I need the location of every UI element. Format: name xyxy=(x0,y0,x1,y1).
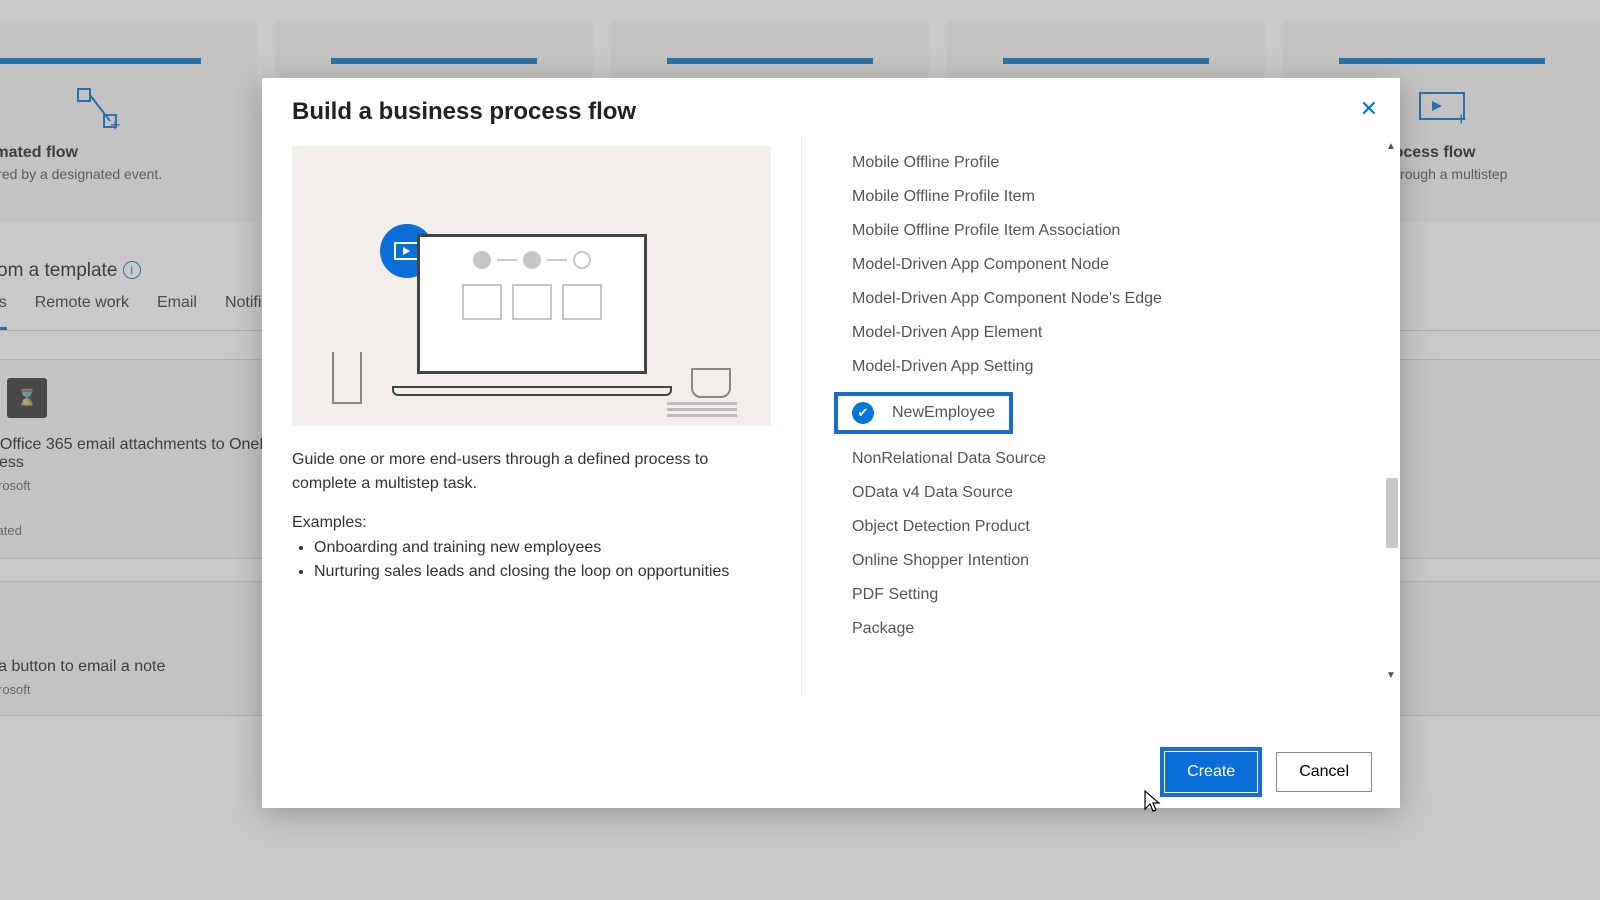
examples-label: Examples: xyxy=(292,514,771,532)
entity-option[interactable]: Model-Driven App Component Node's Edge xyxy=(852,282,1386,316)
entity-option[interactable]: Mobile Offline Profile Item Association xyxy=(852,214,1386,248)
close-icon[interactable]: ✕ xyxy=(1360,96,1378,122)
entity-option[interactable]: PDF Setting xyxy=(852,578,1386,612)
examples-section: Examples: Onboarding and training new em… xyxy=(292,514,771,584)
illustration xyxy=(292,146,771,426)
entity-option[interactable]: Object Detection Product xyxy=(852,510,1386,544)
example-item: Nurturing sales leads and closing the lo… xyxy=(314,560,771,584)
build-bpf-dialog: Build a business process flow ✕ xyxy=(262,78,1400,808)
entity-option[interactable]: Model-Driven App Element xyxy=(852,316,1386,350)
entity-option[interactable]: NonRelational Data Source xyxy=(852,442,1386,476)
create-button-highlight: Create xyxy=(1160,747,1262,797)
entity-label: NewEmployee xyxy=(892,404,995,422)
check-icon: ✔ xyxy=(852,402,874,424)
example-item: Onboarding and training new employees xyxy=(314,536,771,560)
cancel-button[interactable]: Cancel xyxy=(1276,752,1372,792)
dialog-description: Guide one or more end-users through a de… xyxy=(292,448,771,496)
dialog-footer: Create Cancel xyxy=(262,736,1400,808)
dialog-title: Build a business process flow xyxy=(292,98,1370,126)
scroll-down-icon[interactable]: ▼ xyxy=(1382,667,1400,683)
entity-option[interactable]: Model-Driven App Setting xyxy=(852,350,1386,384)
entity-picker: Mobile Offline ProfileMobile Offline Pro… xyxy=(802,136,1400,696)
scroll-thumb[interactable] xyxy=(1386,478,1398,548)
entity-option[interactable]: Mobile Offline Profile Item xyxy=(852,180,1386,214)
entity-option[interactable]: Model-Driven App Component Node xyxy=(852,248,1386,282)
dialog-left-pane: Guide one or more end-users through a de… xyxy=(262,136,802,696)
mouse-cursor-icon xyxy=(1142,789,1162,813)
scrollbar[interactable]: ▲ ▼ xyxy=(1382,138,1400,683)
entity-option[interactable]: Online Shopper Intention xyxy=(852,544,1386,578)
entity-option-selected[interactable]: ✔ NewEmployee xyxy=(852,384,1386,442)
scroll-up-icon[interactable]: ▲ xyxy=(1382,138,1400,154)
entity-option[interactable]: OData v4 Data Source xyxy=(852,476,1386,510)
entity-option[interactable]: Package xyxy=(852,612,1386,646)
create-button[interactable]: Create xyxy=(1165,752,1257,792)
entity-option[interactable]: Mobile Offline Profile xyxy=(852,146,1386,180)
